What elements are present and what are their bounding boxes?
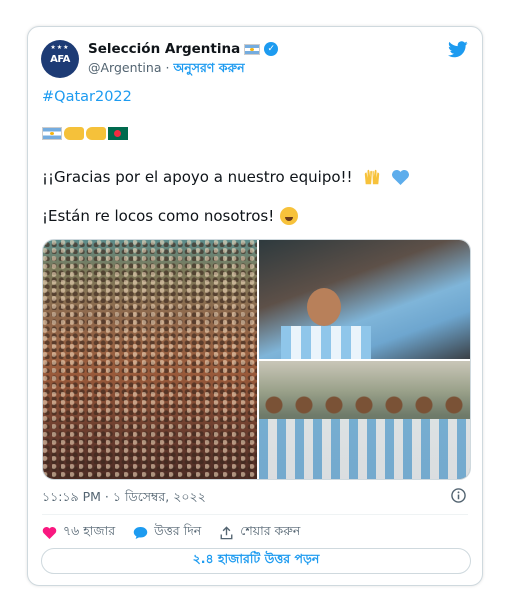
author-name-row: Selección Argentina ✓	[88, 41, 279, 57]
share-button[interactable]: শেয়ার করুন	[219, 523, 300, 543]
twitter-icon[interactable]	[448, 41, 468, 58]
photo-jersey-shape	[281, 326, 371, 359]
argentina-flag-icon	[244, 43, 261, 55]
right-fist-emoji-icon	[86, 127, 106, 140]
hashtag-link[interactable]: #Qatar2022	[42, 89, 132, 105]
like-button[interactable]: ৭৬ হাজার	[42, 523, 115, 543]
reply-label: উত্তর দিন	[154, 523, 202, 538]
follow-link[interactable]: অনুসরণ করুন	[173, 60, 244, 80]
action-bar: ৭৬ হাজার উত্তর দিন শেয়ার করুন	[42, 523, 318, 543]
verified-badge-icon: ✓	[264, 42, 279, 56]
share-label: শেয়ার করুন	[240, 523, 301, 538]
photo-heads-shape	[259, 391, 470, 419]
author-handle-row: @Argentina · অনুসরণ করুন	[88, 60, 245, 80]
tweet-text-line-1: ¡¡Gracias por el apoyo a nuestro equipo!…	[42, 168, 410, 186]
info-icon[interactable]	[451, 488, 466, 503]
raised-hands-emoji-icon	[364, 169, 379, 185]
photo-fans-group[interactable]	[259, 361, 470, 479]
read-replies-button[interactable]: ২.৪ হাজারটি উত্তর পড়ন	[41, 548, 471, 574]
photo-cheering-boy[interactable]	[259, 240, 470, 359]
blue-heart-emoji-icon	[391, 169, 409, 185]
reply-button[interactable]: উত্তর দিন	[133, 523, 201, 543]
media-grid	[42, 239, 471, 480]
tweet-card: ★★★ AFA Selección Argentina ✓ @Argentina…	[27, 26, 483, 586]
tweet-text-2: ¡Están re locos como nosotros!	[42, 207, 275, 225]
avatar-stars: ★★★	[50, 44, 70, 51]
like-count: ৭৬ হাজার	[63, 523, 116, 538]
heart-icon	[42, 527, 57, 539]
rolling-laughing-emoji-icon	[280, 207, 299, 225]
argentina-flag-emoji-icon	[42, 127, 62, 140]
emoji-row	[42, 127, 128, 140]
photo-jerseys-shape	[259, 419, 470, 479]
tweet-timestamp[interactable]: ১১:১৯ PM · ১ ডিসেম্বর, ২০২২	[42, 489, 206, 509]
author-handle[interactable]: @Argentina	[88, 60, 161, 80]
photo-crowd-stadium[interactable]	[43, 240, 257, 479]
share-icon	[220, 526, 233, 540]
divider	[42, 514, 468, 515]
reply-bubble-icon	[133, 527, 148, 539]
left-fist-emoji-icon	[64, 127, 84, 140]
tweet-text-1: ¡¡Gracias por el apoyo a nuestro equipo!…	[42, 168, 353, 186]
author-display-name[interactable]: Selección Argentina	[88, 41, 240, 57]
avatar[interactable]: ★★★ AFA	[41, 40, 79, 78]
handle-separator: ·	[165, 60, 170, 75]
tweet-text-line-2: ¡Están re locos como nosotros!	[42, 207, 299, 225]
avatar-logo-text: AFA	[50, 53, 70, 65]
bangladesh-flag-emoji-icon	[108, 127, 128, 140]
photo-face-shape	[307, 288, 341, 326]
